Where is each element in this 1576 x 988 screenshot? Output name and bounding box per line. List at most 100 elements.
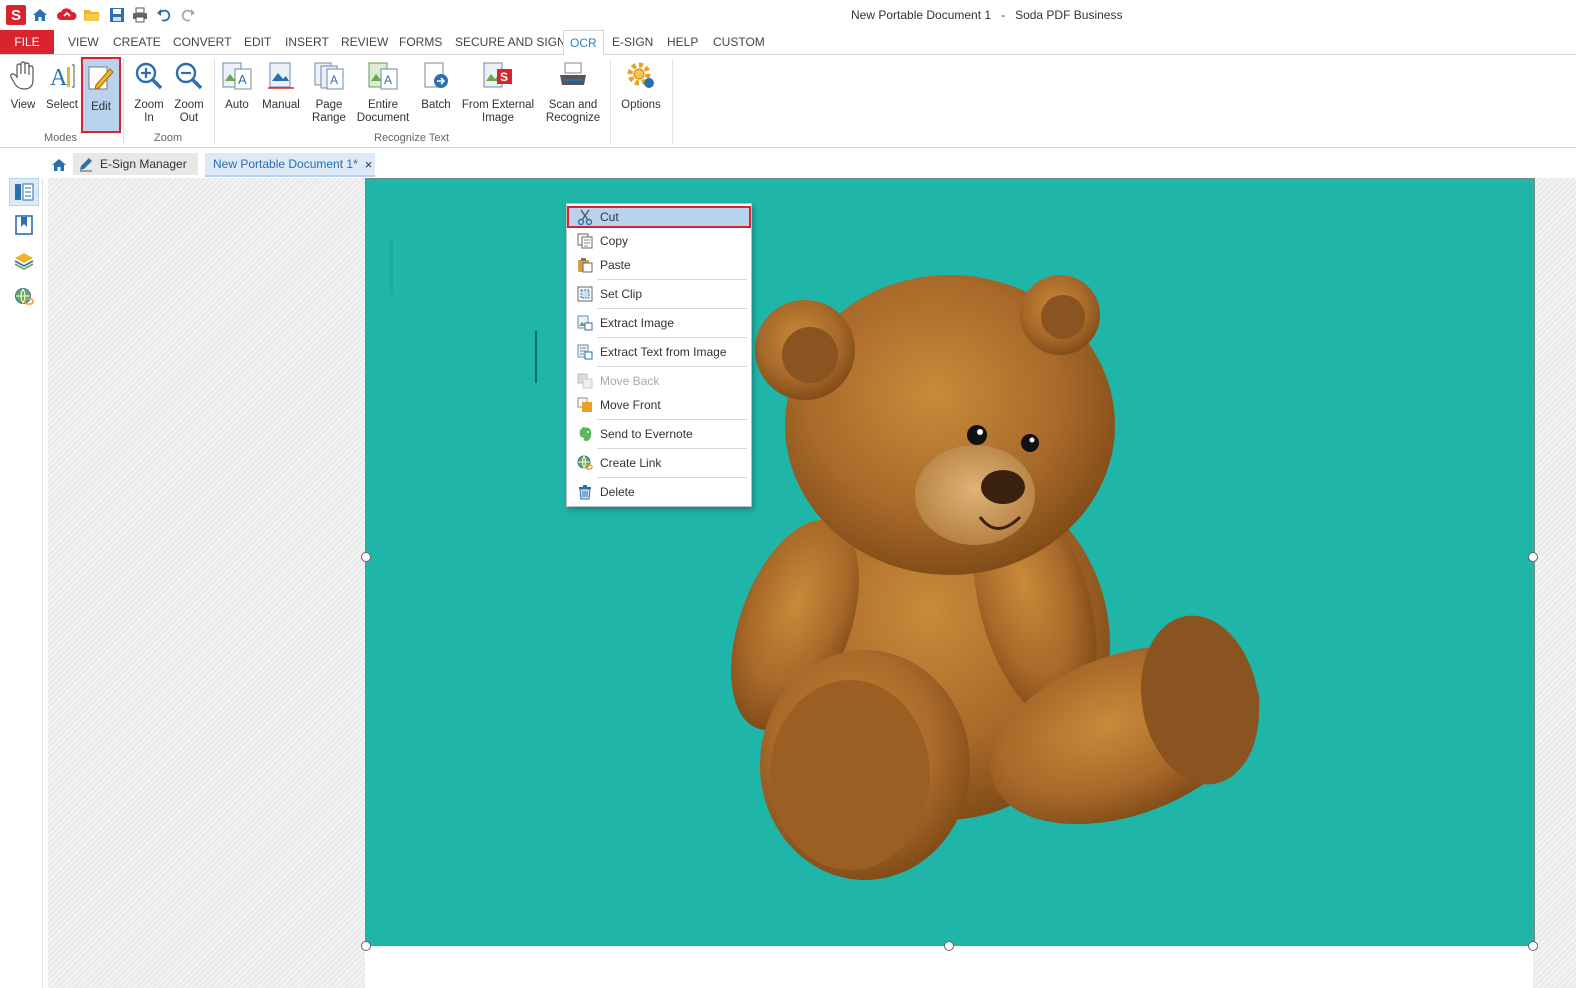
context-item-copy[interactable]: Copy <box>567 230 751 252</box>
view-mode-button[interactable]: View <box>5 57 41 112</box>
ribbon: View A Select Edit Zoom In Zoom Out A Au… <box>0 55 1576 148</box>
home-icon[interactable] <box>31 6 49 24</box>
gear-icon <box>624 59 658 93</box>
ghost-text-block <box>390 239 563 295</box>
menu-custom[interactable]: CUSTOM <box>713 30 765 54</box>
context-item-move-back[interactable]: Move Back <box>567 370 751 392</box>
menu-convert[interactable]: CONVERT <box>173 30 231 54</box>
menu-forms[interactable]: FORMS <box>399 30 442 54</box>
ghost-text-block <box>386 429 556 485</box>
external-image-icon: S <box>481 59 515 93</box>
open-folder-icon[interactable] <box>83 6 101 24</box>
menu-help[interactable]: HELP <box>667 30 698 54</box>
scanner-icon <box>556 59 590 93</box>
context-item-cut[interactable]: Cut <box>567 206 751 228</box>
cloud-icon[interactable] <box>56 6 78 24</box>
group-label-modes: Modes <box>44 132 78 144</box>
move-front-icon <box>576 396 594 414</box>
scissors-icon <box>576 208 594 226</box>
context-menu: Cut Copy Paste Set Clip Extract Image Ex… <box>566 203 752 507</box>
menu-create[interactable]: CREATE <box>113 30 161 54</box>
ghost-text-block <box>376 524 546 580</box>
menu-secure-and-sign[interactable]: SECURE AND SIGN <box>455 30 566 54</box>
ocr-from-external-image-button[interactable]: S From External Image <box>461 57 535 125</box>
set-clip-icon <box>576 285 594 303</box>
menu-file[interactable]: FILE <box>0 30 54 54</box>
soda-logo[interactable]: S <box>6 5 26 25</box>
close-tab-icon[interactable]: × <box>365 157 373 172</box>
svg-text:S: S <box>500 70 508 84</box>
window-title: New Portable Document 1 - Soda PDF Busin… <box>851 8 1123 22</box>
undo-icon[interactable] <box>155 6 173 24</box>
context-item-send-to-evernote[interactable]: Send to Evernote <box>567 423 751 445</box>
left-panel: › <box>0 150 43 988</box>
zoom-out-button[interactable]: Zoom Out <box>170 57 208 125</box>
tab-new-portable-document[interactable]: New Portable Document 1* × <box>205 153 375 177</box>
edit-mode-button[interactable]: Edit <box>81 57 121 133</box>
document-tab-strip: E-Sign Manager New Portable Document 1* … <box>0 150 1576 178</box>
svg-text:A: A <box>330 73 338 87</box>
menu-esign[interactable]: E-SIGN <box>612 30 653 54</box>
pen-icon <box>78 156 94 172</box>
print-icon[interactable] <box>131 6 149 24</box>
links-globe-icon[interactable] <box>13 286 35 308</box>
select-mode-button[interactable]: A Select <box>44 57 80 112</box>
teddy-bear-image <box>731 275 1260 880</box>
save-icon[interactable] <box>108 6 126 24</box>
bookmarks-icon[interactable] <box>13 214 35 236</box>
text-cursor <box>535 331 537 383</box>
entire-document-icon: A <box>366 59 400 93</box>
evernote-icon <box>576 425 594 443</box>
context-item-create-link[interactable]: Create Link <box>567 452 751 474</box>
context-item-extract-text-from-image[interactable]: Extract Text from Image <box>567 341 751 363</box>
trash-icon <box>576 483 594 501</box>
extract-image-icon <box>576 314 594 332</box>
ocr-auto-button[interactable]: A Auto <box>219 57 255 112</box>
paste-icon <box>576 256 594 274</box>
manual-ocr-icon <box>264 59 298 93</box>
svg-text:A: A <box>238 72 247 87</box>
menu-view[interactable]: VIEW <box>68 30 99 54</box>
thumbnails-icon[interactable] <box>9 178 39 206</box>
ocr-page-range-button[interactable]: A Page Range <box>308 57 350 125</box>
home-tab-icon[interactable] <box>49 155 69 175</box>
link-globe-icon <box>576 454 594 472</box>
resize-handle-bottom-right[interactable] <box>1528 941 1538 951</box>
context-item-delete[interactable]: Delete <box>567 481 751 503</box>
layers-icon[interactable] <box>13 250 35 272</box>
resize-handle-left[interactable] <box>361 552 371 562</box>
ghost-text-block <box>390 329 540 385</box>
menu-review[interactable]: REVIEW <box>341 30 388 54</box>
pencil-icon <box>84 61 118 95</box>
title-bar: S New Portable Document 1 - Soda PDF Bus… <box>0 0 1576 30</box>
menu-ocr[interactable]: OCR <box>563 30 604 56</box>
move-back-icon <box>576 372 594 390</box>
scan-and-recognize-button[interactable]: Scan and Recognize <box>542 57 604 125</box>
text-select-icon: A <box>45 59 79 93</box>
ocr-entire-document-button[interactable]: A Entire Document <box>355 57 411 125</box>
page-bottom-area <box>365 946 1533 988</box>
hand-icon <box>6 59 40 93</box>
batch-icon <box>419 59 453 93</box>
context-item-move-front[interactable]: Move Front <box>567 394 751 416</box>
ocr-manual-button[interactable]: Manual <box>259 57 303 112</box>
zoom-out-icon <box>172 59 206 93</box>
menu-insert[interactable]: INSERT <box>285 30 329 54</box>
context-item-paste[interactable]: Paste <box>567 254 751 276</box>
redo-icon[interactable] <box>179 6 197 24</box>
resize-handle-right[interactable] <box>1528 552 1538 562</box>
svg-text:A: A <box>384 73 392 87</box>
extract-text-icon <box>576 343 594 361</box>
ocr-options-button[interactable]: Options <box>617 57 665 112</box>
menu-edit[interactable]: EDIT <box>244 30 271 54</box>
auto-ocr-icon: A <box>220 59 254 93</box>
group-label-zoom: Zoom <box>154 132 183 144</box>
context-item-extract-image[interactable]: Extract Image <box>567 312 751 334</box>
zoom-in-button[interactable]: Zoom In <box>130 57 168 125</box>
ocr-batch-button[interactable]: Batch <box>416 57 456 112</box>
resize-handle-bottom[interactable] <box>944 941 954 951</box>
resize-handle-bottom-left[interactable] <box>361 941 371 951</box>
tab-esign-manager[interactable]: E-Sign Manager <box>73 153 198 175</box>
group-label-recognize-text: Recognize Text <box>374 132 450 144</box>
context-item-set-clip[interactable]: Set Clip <box>567 283 751 305</box>
